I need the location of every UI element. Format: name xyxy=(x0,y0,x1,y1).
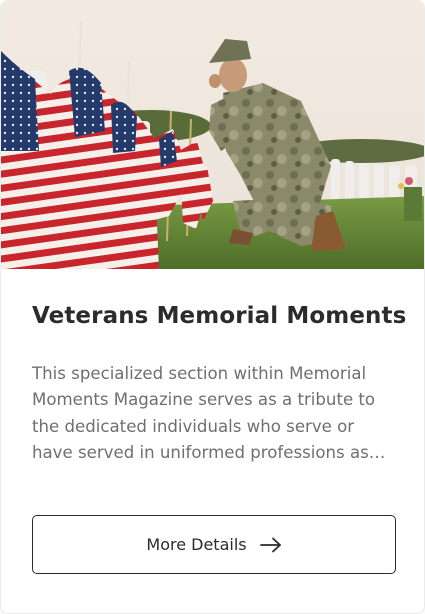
more-details-button[interactable]: More Details xyxy=(32,515,396,574)
arrow-right-icon xyxy=(259,537,282,553)
card-title: Veterans Memorial Moments xyxy=(32,303,407,329)
card-description: This specialized section within Memorial… xyxy=(32,364,376,463)
veterans-card: Veterans Memorial Moments This specializ… xyxy=(0,0,425,614)
more-details-label: More Details xyxy=(146,535,247,554)
hero-illustration xyxy=(1,1,424,269)
card-hero-image xyxy=(1,1,424,269)
